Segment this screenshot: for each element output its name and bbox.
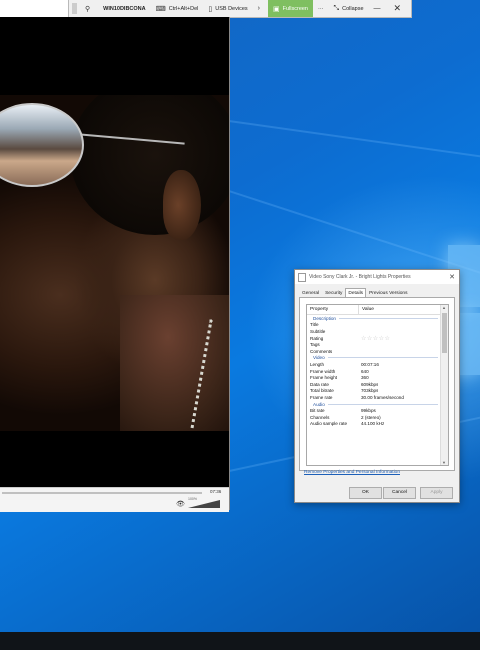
ctrl-alt-del-button[interactable]: ⌨ Ctrl+Alt+Del bbox=[151, 0, 204, 17]
property-name: Audio sample rate bbox=[310, 421, 348, 427]
property-name: Bit rate bbox=[310, 408, 325, 414]
background-window-edge bbox=[0, 0, 68, 18]
duration-label: 07:36 bbox=[210, 489, 222, 494]
close-icon: ✕ bbox=[393, 3, 402, 13]
scroll-down-icon[interactable]: ▼ bbox=[442, 460, 446, 465]
machine-name: WIN10DIBCONA bbox=[103, 5, 146, 12]
usb-devices-label: USB Devices bbox=[215, 5, 248, 12]
property-row[interactable]: Frame width 640 bbox=[307, 368, 448, 375]
close-icon[interactable]: ✕ bbox=[445, 273, 459, 281]
property-row[interactable]: Tags bbox=[307, 341, 448, 348]
property-row[interactable]: Rating ☆☆☆☆☆ bbox=[307, 335, 448, 342]
chevron-right-icon[interactable]: › bbox=[253, 0, 268, 17]
collapse-icon: ⤡ bbox=[333, 4, 340, 12]
usb-icon: ▯ bbox=[208, 5, 213, 13]
fullscreen-icon: ▣ bbox=[273, 5, 280, 13]
property-name: Channels bbox=[310, 414, 330, 420]
scrollbar-thumb[interactable] bbox=[442, 313, 447, 353]
property-name: Rating bbox=[310, 335, 324, 341]
property-row[interactable]: Frame height 360 bbox=[307, 374, 448, 381]
column-property[interactable]: Property bbox=[307, 305, 359, 314]
property-list[interactable]: Property Value Description Title Subtitle… bbox=[306, 304, 449, 466]
scrollbar[interactable]: ▲ ▼ bbox=[440, 305, 448, 465]
minimize-button[interactable]: — bbox=[369, 0, 389, 17]
property-value: 30.00 frames/second bbox=[361, 394, 404, 400]
light-beam bbox=[228, 120, 480, 164]
property-value: 99kbps bbox=[361, 408, 376, 414]
minimize-icon: — bbox=[373, 5, 381, 12]
property-row[interactable]: Frame rate 30.00 frames/second bbox=[307, 394, 448, 401]
details-panel: Property Value Description Title Subtitle… bbox=[299, 297, 455, 471]
property-value: 360 bbox=[361, 375, 369, 381]
property-row[interactable]: Data rate 609kbps bbox=[307, 381, 448, 388]
property-name: Frame width bbox=[310, 368, 336, 374]
sunglasses-lens bbox=[0, 103, 84, 187]
dialog-titlebar: Video Sony Clark Jr. - Bright Lights Pro… bbox=[295, 270, 459, 284]
property-row[interactable]: Total bitrate 703kbps bbox=[307, 388, 448, 395]
property-name: Data rate bbox=[310, 381, 329, 387]
property-name: Subtitle bbox=[310, 328, 326, 334]
keyboard-icon: ⌨ bbox=[155, 5, 166, 13]
column-value[interactable]: Value bbox=[359, 307, 374, 312]
property-name: Comments bbox=[310, 348, 333, 354]
property-value: 640 bbox=[361, 368, 369, 374]
property-name: Title bbox=[310, 322, 319, 328]
media-player-window: 07:36 👁 100% bbox=[0, 17, 230, 512]
property-name: Length bbox=[310, 361, 325, 367]
close-button[interactable]: ✕ bbox=[389, 0, 410, 17]
pin-button[interactable]: ⚲ bbox=[80, 0, 98, 17]
dialog-title: Video Sony Clark Jr. - Bright Lights Pro… bbox=[309, 274, 411, 280]
cancel-button[interactable]: Cancel bbox=[383, 487, 416, 499]
property-value: 609kbps bbox=[361, 381, 379, 387]
collapse-button[interactable]: ⤡ Collapse bbox=[329, 0, 369, 17]
taskbar bbox=[0, 632, 480, 650]
player-controls: 07:36 👁 100% bbox=[0, 487, 229, 512]
pin-icon: ⚲ bbox=[85, 5, 91, 13]
seek-bar[interactable] bbox=[2, 492, 202, 494]
property-name: Frame rate bbox=[310, 394, 333, 400]
usb-devices-button[interactable]: ▯ USB Devices bbox=[203, 0, 252, 17]
volume-level bbox=[188, 500, 220, 508]
rating-stars[interactable]: ☆☆☆☆☆ bbox=[358, 335, 390, 342]
connection-bar: ⚲ WIN10DIBCONA ⌨ Ctrl+Alt+Del ▯ USB Device… bbox=[68, 0, 412, 18]
property-row[interactable]: Channels 2 (stereo) bbox=[307, 414, 448, 421]
property-row[interactable]: Audio sample rate 44.100 kHz bbox=[307, 421, 448, 428]
video-frame[interactable] bbox=[0, 95, 229, 431]
file-icon bbox=[298, 272, 306, 282]
section-video: Video bbox=[307, 355, 448, 362]
property-name: Tags bbox=[310, 342, 320, 348]
property-value: 44.100 kHz bbox=[361, 421, 385, 427]
property-row[interactable]: Comments bbox=[307, 348, 448, 355]
property-row[interactable]: Bit rate 99kbps bbox=[307, 407, 448, 414]
property-row[interactable]: Length 00:07:16 bbox=[307, 361, 448, 368]
collapse-label: Collapse bbox=[342, 5, 364, 12]
property-list-header: Property Value bbox=[307, 305, 448, 315]
scroll-up-icon[interactable]: ▲ bbox=[442, 305, 446, 310]
remove-properties-link[interactable]: Remove Properties and Personal Informati… bbox=[304, 470, 400, 475]
fullscreen-label: Fullscreen bbox=[282, 5, 308, 12]
section-description: Description bbox=[307, 315, 448, 322]
fullscreen-button[interactable]: ▣ Fullscreen bbox=[268, 0, 313, 17]
ok-button[interactable]: OK bbox=[349, 487, 382, 499]
property-row[interactable]: Title bbox=[307, 322, 448, 329]
properties-dialog: Video Sony Clark Jr. - Bright Lights Pro… bbox=[294, 269, 460, 503]
apply-button[interactable]: Apply bbox=[420, 487, 453, 499]
property-value: 2 (stereo) bbox=[361, 414, 381, 420]
drag-grip-icon[interactable] bbox=[72, 3, 77, 14]
property-value: 703kbps bbox=[361, 388, 379, 394]
property-name: Total bitrate bbox=[310, 388, 334, 394]
section-audio: Audio bbox=[307, 401, 448, 408]
property-value: 00:07:16 bbox=[361, 361, 379, 367]
property-name: Frame height bbox=[310, 375, 338, 381]
volume-icon[interactable]: 👁 bbox=[176, 500, 185, 508]
ctrl-alt-del-label: Ctrl+Alt+Del bbox=[168, 5, 199, 12]
more-button[interactable]: ··· bbox=[313, 0, 329, 17]
